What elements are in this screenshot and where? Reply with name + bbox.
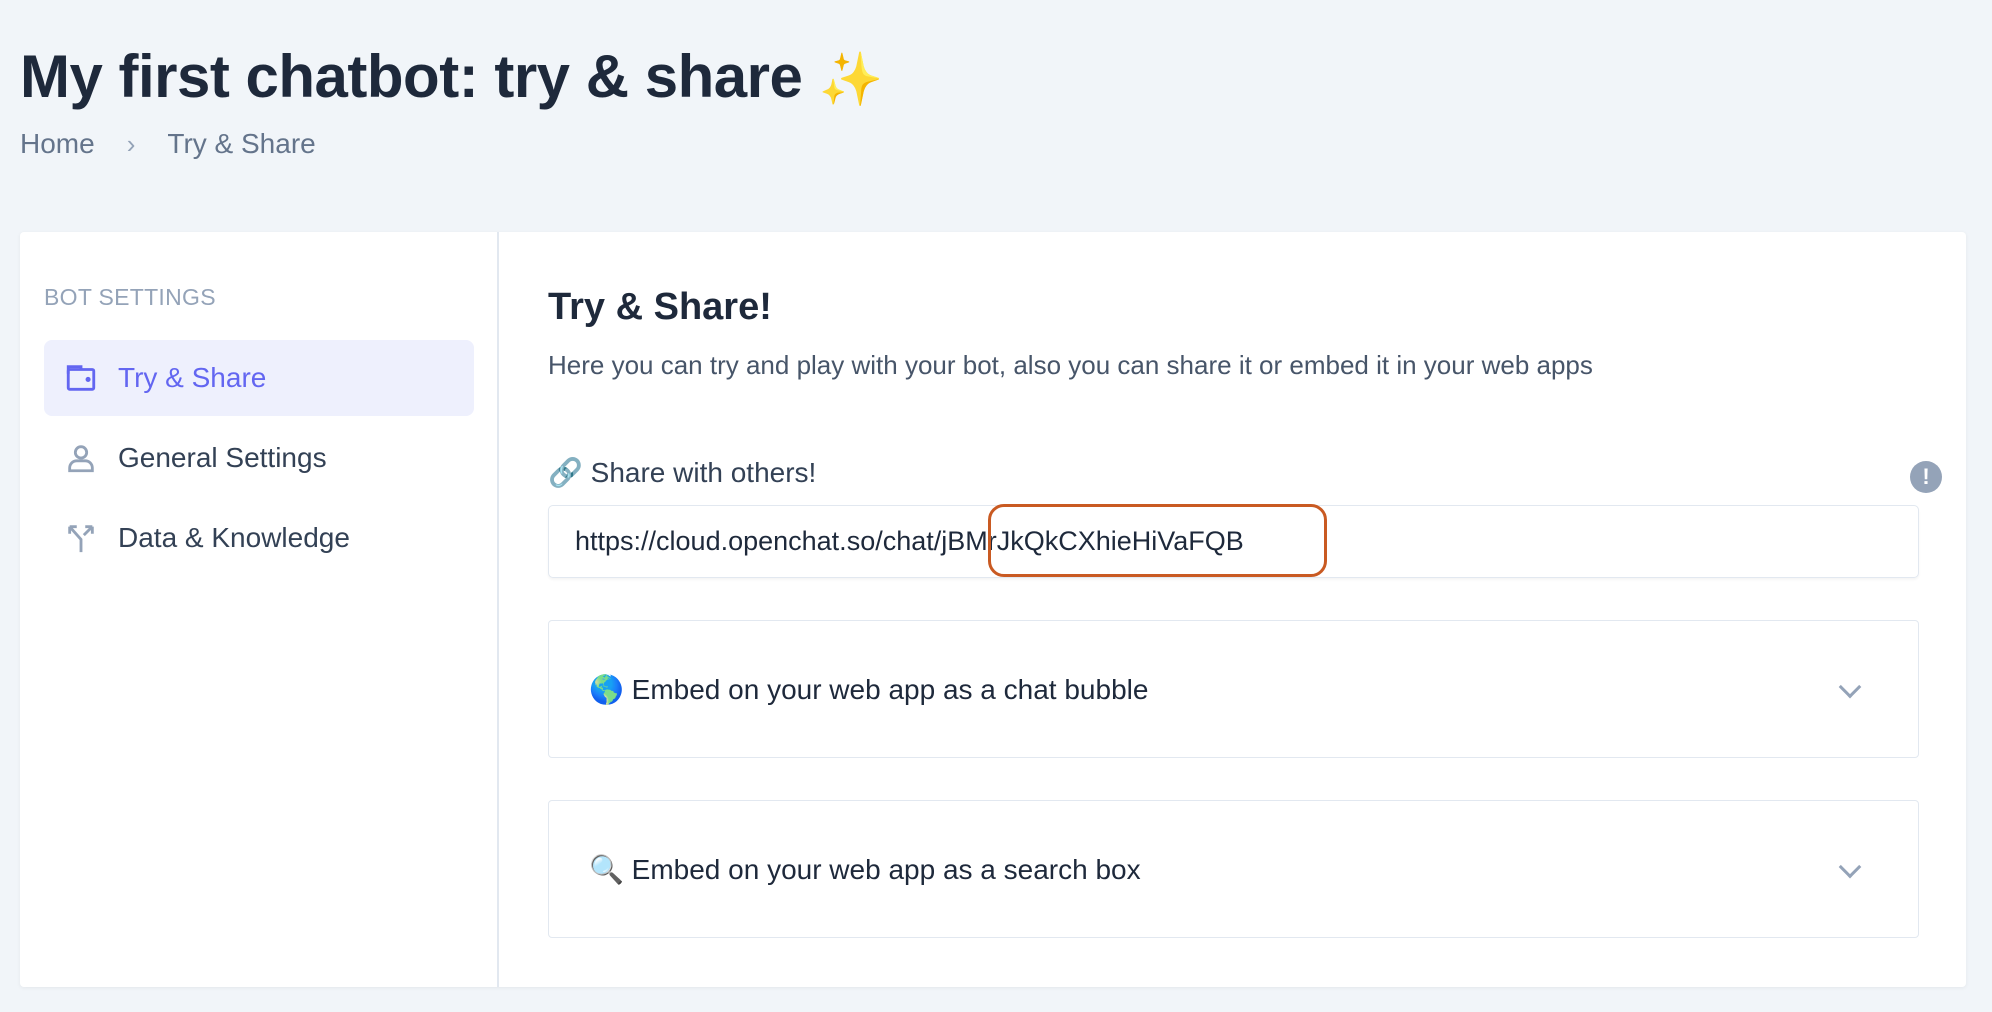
chevron-right-icon: › [126,128,136,159]
user-icon [68,445,94,473]
chevron-down-icon [1838,855,1862,879]
sidebar-item-label: Data & Knowledge [118,522,350,553]
share-label: 🔗 Share with others! [548,457,817,488]
page-title: My first chatbot: try & share ✨ [20,42,883,111]
breadcrumb: Home › Try & Share [20,128,316,160]
sidebar-item-data-knowledge[interactable]: Data & Knowledge [44,500,474,576]
sidebar-item-general-settings[interactable]: General Settings [44,420,474,496]
section-subtitle: Here you can try and play with your bot,… [548,350,1593,380]
url-id: jBMrJkQkCXhieHiVaFQB [941,526,1244,556]
split-arrows-icon [68,525,94,553]
sparkles-icon: ✨ [818,51,884,109]
sidebar-item-try-share[interactable]: Try & Share [44,340,474,416]
url-base: https://cloud.openchat.so/chat/ [575,526,942,556]
wallet-icon [66,365,96,391]
sidebar-header: BOT SETTINGS [44,284,216,310]
sidebar: BOT SETTINGS Try & Share General Setting… [20,232,499,987]
sidebar-item-label: General Settings [118,442,327,473]
section-heading: Try & Share! [548,286,772,328]
accordion-label: 🌎 Embed on your web app as a chat bubble [589,673,1149,705]
sidebar-item-label: Try & Share [118,362,267,393]
accordion-chat-bubble[interactable]: 🌎 Embed on your web app as a chat bubble [548,620,1919,758]
info-icon[interactable]: ! [1910,461,1942,493]
accordion-label: 🔍 Embed on your web app as a search box [589,853,1141,885]
breadcrumb-home[interactable]: Home [20,128,95,160]
settings-card: BOT SETTINGS Try & Share General Setting… [20,232,1966,987]
accordion-search-box[interactable]: 🔍 Embed on your web app as a search box [548,800,1919,938]
chevron-down-icon [1838,675,1862,699]
main-panel: Try & Share! Here you can try and play w… [548,232,1966,987]
page-title-text: My first chatbot: try & share [20,43,803,110]
breadcrumb-current: Try & Share [167,128,316,159]
share-url-field[interactable]: https://cloud.openchat.so/chat/jBMrJkQkC… [548,505,1919,578]
